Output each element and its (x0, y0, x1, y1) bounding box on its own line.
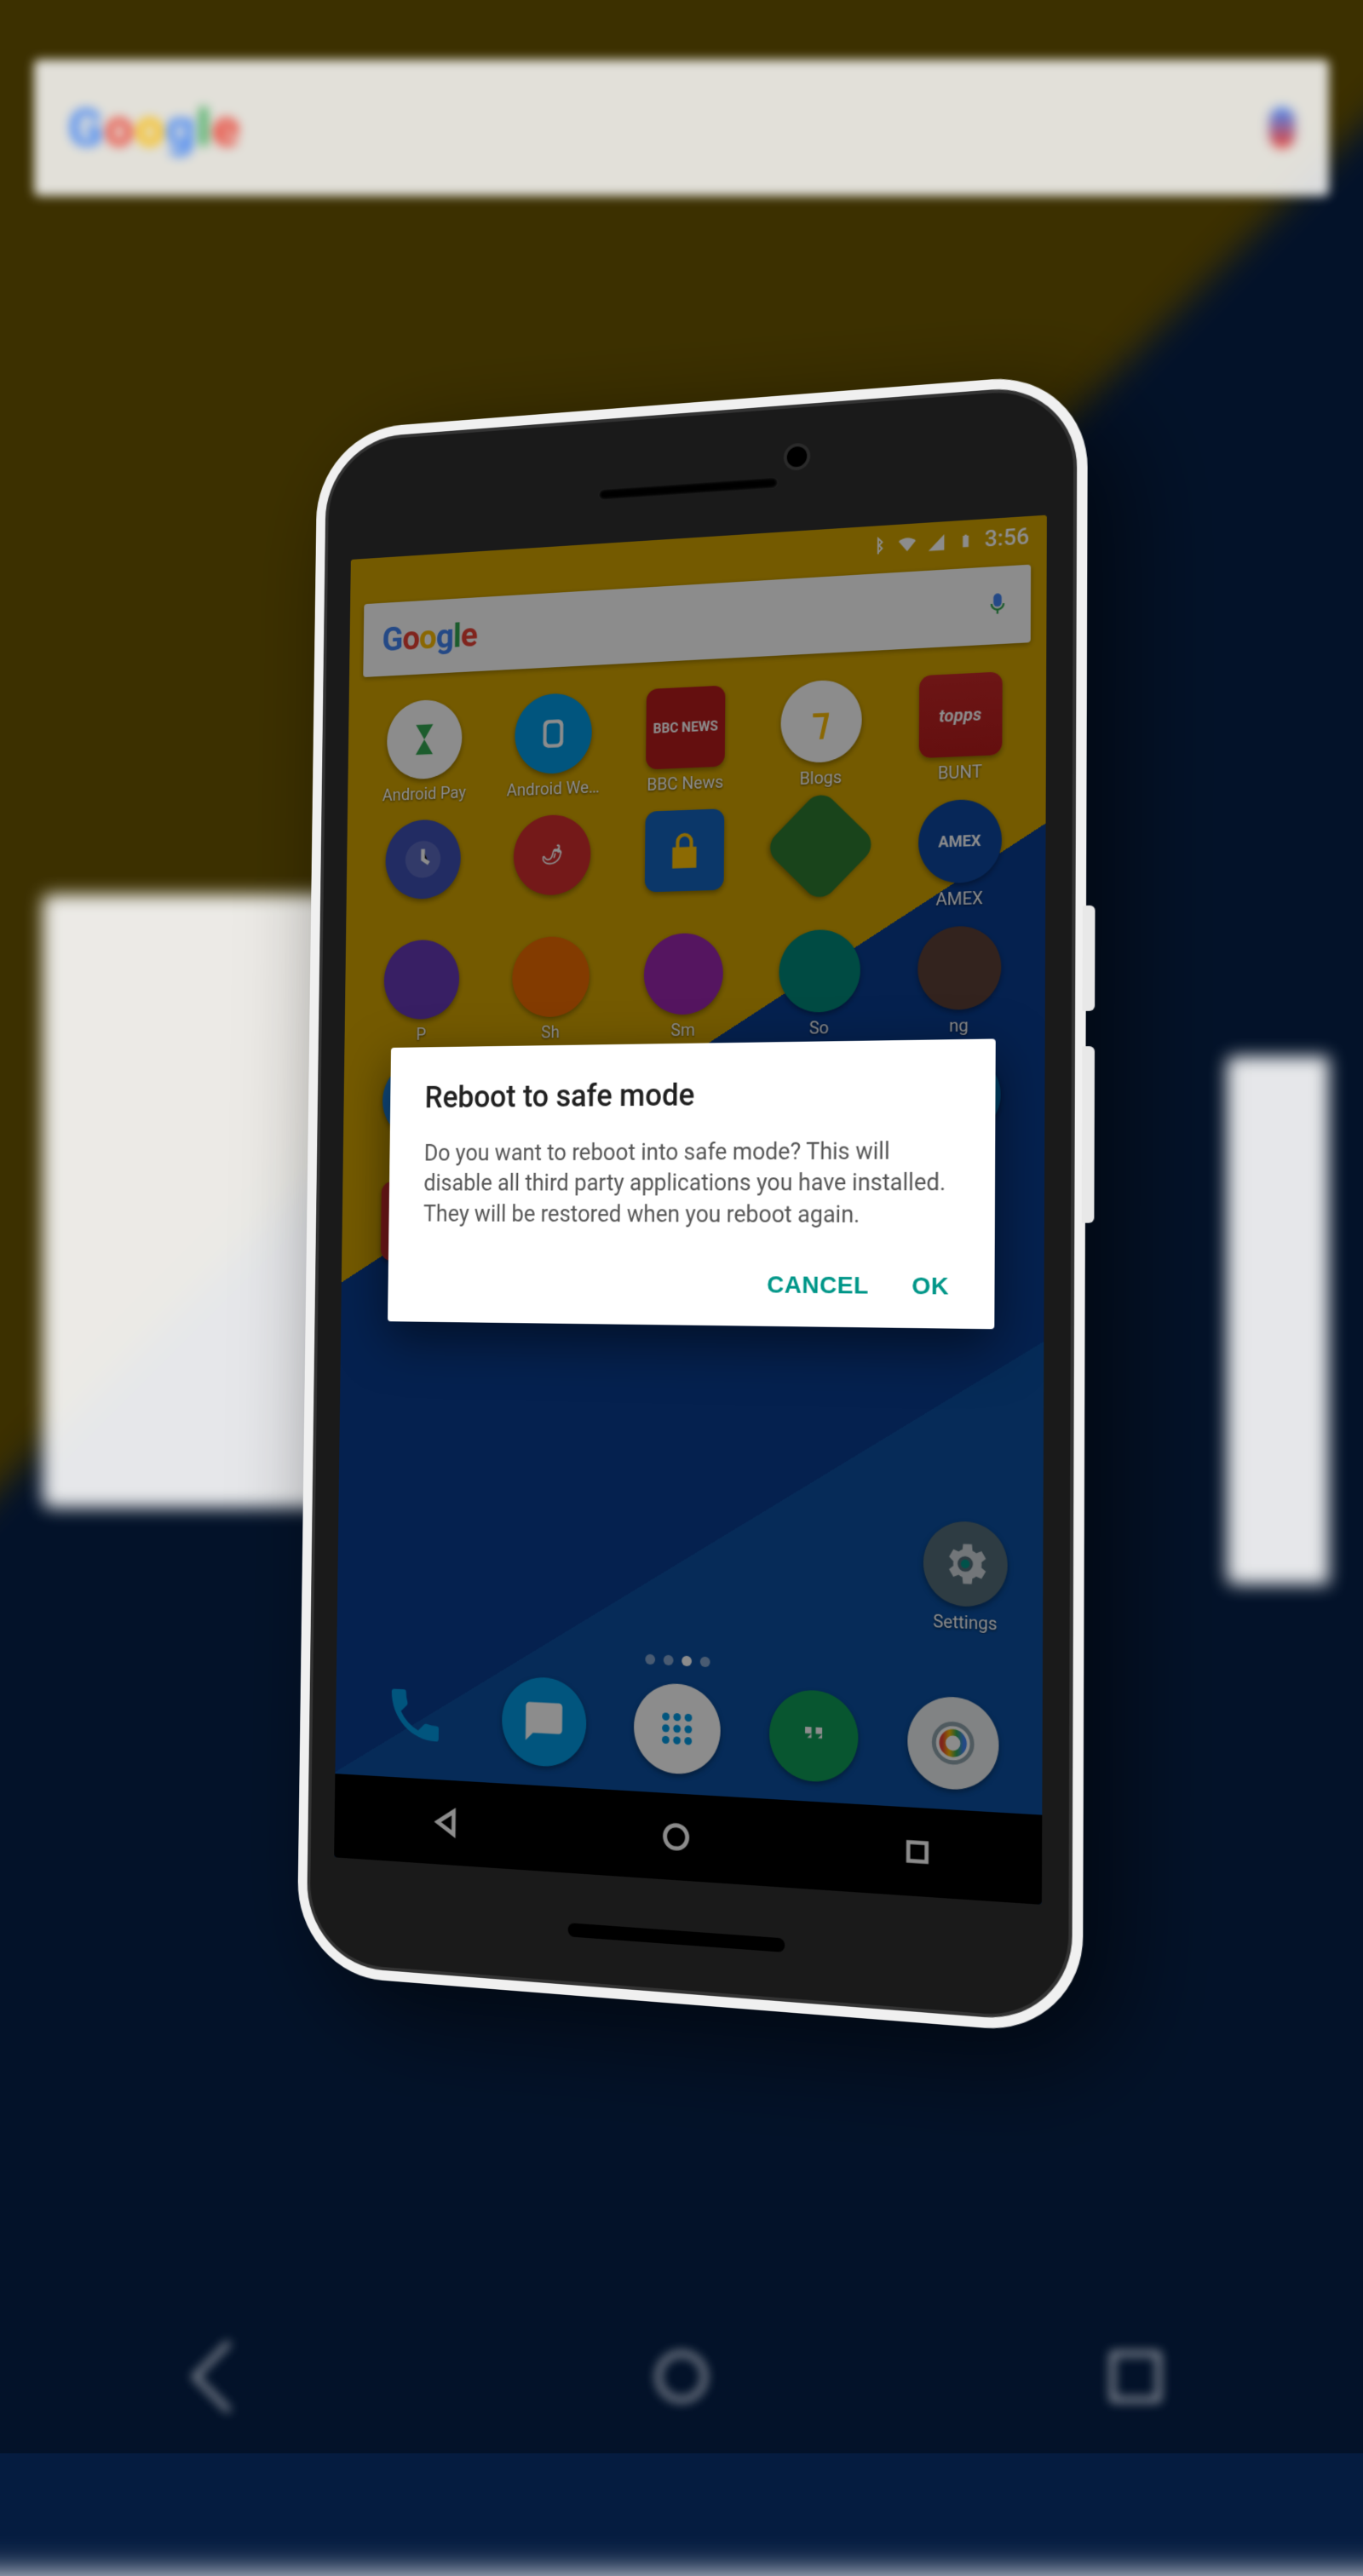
nav-recents-button[interactable] (894, 1826, 941, 1877)
blogs-icon: ⁊ (780, 679, 862, 764)
bunt-icon: topps (918, 671, 1002, 758)
battery-icon (955, 530, 975, 552)
weather-icon (917, 1053, 1001, 1137)
app-label: Blogs (799, 767, 842, 789)
dialog-actions: CANCEL OK (423, 1259, 957, 1312)
mic-icon[interactable] (986, 586, 1010, 624)
ok-button[interactable]: OK (912, 1273, 949, 1301)
app-tv-movies[interactable]: TV & Movies (752, 1055, 886, 1164)
cancel-button[interactable]: CANCEL (767, 1271, 869, 1300)
settings-icon (923, 1521, 1008, 1608)
earpiece (598, 476, 779, 500)
bg-nav-hint (0, 2300, 1363, 2453)
front-camera (787, 446, 808, 467)
app-settings[interactable]: Settings (923, 1521, 1008, 1635)
app-label: BUNT (938, 761, 982, 783)
feedly-icon (763, 788, 878, 904)
dialog-title: Reboot to safe mode (424, 1074, 957, 1115)
amex-icon: AMEX (917, 798, 1001, 884)
bluetooth-icon (868, 536, 889, 558)
app-blogs[interactable]: ⁊ Blogs (755, 677, 888, 791)
app-label: TV & Movies (771, 1142, 866, 1164)
folder-icon (917, 925, 1001, 1010)
app-feedly[interactable] (754, 802, 887, 914)
safe-mode-dialog: Reboot to safe mode Do you want to reboo… (388, 1038, 996, 1329)
app-label: ng (949, 1015, 969, 1036)
app-label: Weather (926, 1142, 991, 1164)
bg-dialog-hint-right (1227, 1056, 1329, 1584)
folder-icon (779, 929, 860, 1013)
tv-icon (778, 1055, 860, 1138)
hangouts-icon[interactable] (768, 1688, 858, 1784)
phone-screen: 3:56 Google Android Pay Android We… BBC … (334, 515, 1047, 1905)
dialog-body: Do you want to reboot into safe mode? Th… (423, 1136, 957, 1231)
cell-signal-icon (926, 532, 946, 554)
camera-icon[interactable] (907, 1695, 999, 1792)
amex-text: AMEX (938, 831, 981, 851)
bg-search-hint: Google (34, 60, 1329, 196)
app-amex[interactable]: AMEX AMEX (892, 797, 1028, 911)
app-folder-ng[interactable]: ng (891, 924, 1028, 1037)
nav-home-button[interactable] (653, 1812, 699, 1861)
app-label: Settings (933, 1611, 997, 1635)
app-label: AMEX (935, 888, 983, 910)
bottom-speaker (568, 1923, 785, 1952)
wifi-icon (897, 533, 917, 555)
status-time: 3:56 (985, 524, 1030, 553)
app-folder-so[interactable]: So (753, 929, 887, 1039)
app-bunt[interactable]: topps BUNT (892, 670, 1028, 785)
app-weather[interactable]: Weather (890, 1052, 1027, 1163)
app-drawer-icon[interactable] (634, 1682, 721, 1776)
phone-frame: 3:56 Google Android Pay Android We… BBC … (296, 372, 1088, 2036)
app-label: So (809, 1017, 829, 1038)
